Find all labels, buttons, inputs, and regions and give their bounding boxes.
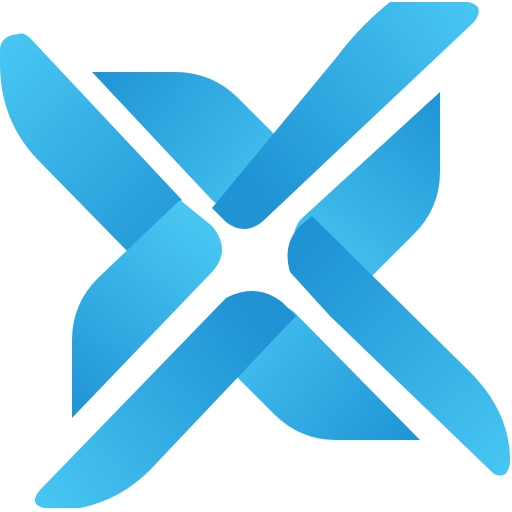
app-logo [0, 0, 512, 512]
x-pinwheel-logo-icon [0, 2, 510, 508]
logo-blade-top-left [0, 33, 182, 254]
